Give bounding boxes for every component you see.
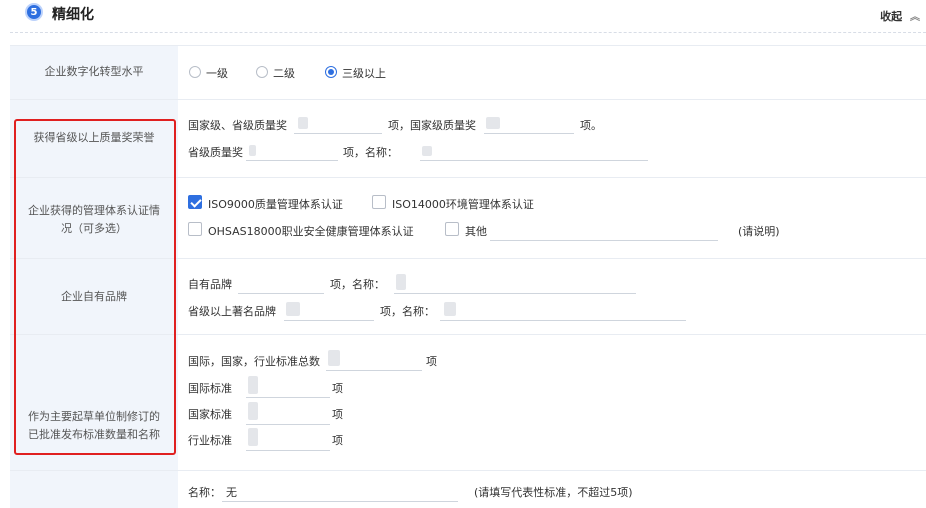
- label-digital-level: 企业数字化转型水平: [44, 65, 144, 78]
- brand-line2-prefix: 省级以上著名品牌: [188, 305, 276, 318]
- radio-level-3-plus-label: 三级以上: [342, 67, 386, 80]
- intl-standards-unit: 项: [332, 382, 343, 395]
- famous-brand-name-field[interactable]: [440, 320, 686, 321]
- industry-standards-field[interactable]: [246, 450, 330, 451]
- award-name-field[interactable]: [420, 160, 648, 161]
- standards-name-hint: (请填写代表性标准，不超过5项): [474, 486, 633, 499]
- standards-total-field[interactable]: [326, 370, 422, 371]
- award-line2-prefix: 省级质量奖: [188, 146, 243, 159]
- redacted-value: [298, 117, 308, 129]
- standards-total-unit: 项: [426, 355, 437, 368]
- own-brand-name-field[interactable]: [394, 293, 636, 294]
- row-divider: [10, 45, 926, 46]
- section-title: 精细化: [52, 7, 94, 23]
- standards-total-label: 国际，国家，行业标准总数: [188, 355, 320, 368]
- other-cert-field[interactable]: [490, 240, 718, 241]
- checkbox-other-label: 其他: [465, 225, 487, 238]
- collapse-button[interactable]: 收起 ︽: [880, 8, 920, 24]
- redacted-value: [422, 146, 432, 156]
- brand-line2-mid: 项，名称：: [380, 305, 435, 318]
- checkbox-iso14000[interactable]: [372, 195, 386, 209]
- step-number-badge: 5: [25, 3, 43, 21]
- famous-brand-count-field[interactable]: [284, 320, 374, 321]
- award-line1-suffix: 项。: [580, 119, 602, 132]
- checkbox-other[interactable]: [445, 222, 459, 236]
- award-line1-prefix: 国家级、省级质量奖: [188, 119, 287, 132]
- redacted-value: [328, 350, 340, 366]
- redacted-value: [444, 302, 456, 316]
- own-brand-count-field[interactable]: [238, 293, 324, 294]
- standards-name-value: 无: [226, 486, 237, 499]
- provincial-award-count-field[interactable]: [246, 160, 338, 161]
- award-line1-mid: 项，国家级质量奖: [388, 119, 476, 132]
- row-divider: [10, 99, 926, 100]
- industry-standards-label: 行业标准: [188, 434, 232, 447]
- header-divider: [10, 32, 926, 33]
- highlight-box: [14, 119, 176, 455]
- brand-line1-prefix: 自有品牌: [188, 278, 232, 291]
- redacted-value: [286, 302, 300, 316]
- checkbox-iso9000[interactable]: [188, 195, 202, 209]
- redacted-value: [396, 274, 406, 290]
- double-chevron-up-icon: ︽: [910, 12, 920, 23]
- collapse-label: 收起: [880, 10, 903, 23]
- checkbox-ohsas18000-label: OHSAS18000职业安全健康管理体系认证: [208, 225, 414, 238]
- radio-level-1[interactable]: [189, 66, 201, 78]
- redacted-value: [249, 145, 256, 156]
- checkbox-iso9000-label: ISO9000质量管理体系认证: [208, 198, 343, 211]
- intl-standards-label: 国际标准: [188, 382, 232, 395]
- standards-name-label: 名称：: [188, 486, 221, 499]
- radio-level-2[interactable]: [256, 66, 268, 78]
- other-cert-note: (请说明): [738, 225, 780, 238]
- national-award-count-field[interactable]: [484, 133, 574, 134]
- checkbox-ohsas18000[interactable]: [188, 222, 202, 236]
- radio-level-3-plus[interactable]: [325, 66, 337, 78]
- brand-line1-mid: 项，名称：: [330, 278, 385, 291]
- national-standards-unit: 项: [332, 408, 343, 421]
- radio-level-2-label: 二级: [273, 67, 295, 80]
- national-standards-field[interactable]: [246, 424, 330, 425]
- redacted-value: [248, 428, 258, 446]
- checkbox-iso14000-label: ISO14000环境管理体系认证: [392, 198, 534, 211]
- intl-standards-field[interactable]: [246, 397, 330, 398]
- redacted-value: [248, 402, 258, 420]
- national-provincial-award-count-field[interactable]: [294, 133, 382, 134]
- redacted-value: [248, 376, 258, 394]
- industry-standards-unit: 项: [332, 434, 343, 447]
- row-divider: [10, 470, 926, 471]
- standards-name-field[interactable]: [222, 501, 458, 502]
- national-standards-label: 国家标准: [188, 408, 232, 421]
- redacted-value: [486, 117, 500, 129]
- radio-level-1-label: 一级: [206, 67, 228, 80]
- award-line2-mid: 项，名称：: [343, 146, 398, 159]
